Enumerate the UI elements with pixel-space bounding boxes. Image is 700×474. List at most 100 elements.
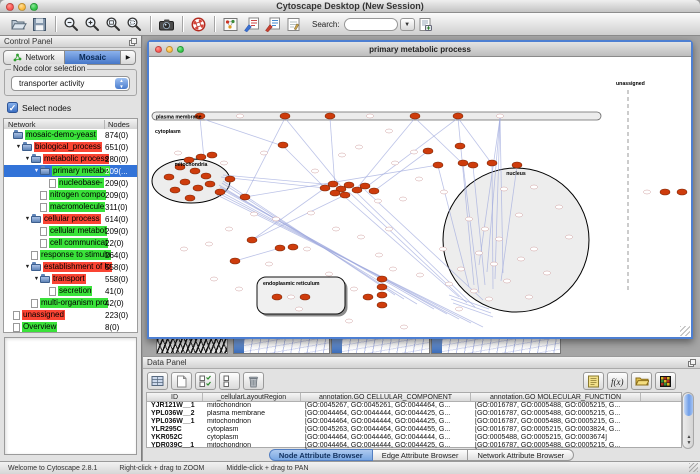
disclosure-triangle-icon[interactable]: ▼ bbox=[24, 156, 31, 162]
tab-mosaic[interactable]: Mosaic bbox=[65, 50, 121, 65]
node-color-dropdown[interactable]: transporter activity ▲▼ bbox=[11, 76, 130, 91]
network-node-small[interactable] bbox=[501, 187, 508, 191]
tree-row[interactable]: nucleobase-209(0) bbox=[4, 177, 137, 189]
function-builder-icon[interactable]: f(x) bbox=[607, 372, 628, 390]
search-config-icon[interactable] bbox=[415, 14, 436, 34]
save-session-icon[interactable] bbox=[29, 14, 50, 34]
minimize-window-button[interactable] bbox=[18, 3, 26, 11]
zoom-selected-icon[interactable] bbox=[124, 14, 145, 34]
network-node-small[interactable] bbox=[504, 279, 511, 283]
network-node-small[interactable] bbox=[401, 325, 408, 329]
network-node-small[interactable] bbox=[544, 271, 551, 275]
background-window[interactable] bbox=[331, 338, 430, 354]
table-row[interactable]: YPL036W__1mitochondrion[GO:0044464, GO:0… bbox=[147, 418, 681, 426]
network-node-small[interactable] bbox=[206, 242, 213, 246]
tree-row[interactable]: ▼transport558(0) bbox=[4, 273, 137, 285]
network-node[interactable] bbox=[205, 181, 215, 187]
network-node-small[interactable] bbox=[367, 114, 374, 118]
network-node-small[interactable] bbox=[386, 227, 393, 231]
network-node-small[interactable] bbox=[273, 217, 280, 221]
network-node-small[interactable] bbox=[237, 114, 244, 118]
network-node-small[interactable] bbox=[516, 213, 523, 217]
network-node-small[interactable] bbox=[304, 247, 311, 251]
zoom-view-button[interactable] bbox=[177, 46, 184, 53]
network-node-small[interactable] bbox=[308, 211, 315, 215]
tree-row[interactable]: cell communicat22(0) bbox=[4, 237, 137, 249]
scroll-down-icon[interactable]: ▼ bbox=[687, 441, 692, 446]
tree-row[interactable]: Overview8(0) bbox=[4, 321, 137, 333]
network-node[interactable] bbox=[275, 245, 285, 251]
disclosure-triangle-icon[interactable]: ▼ bbox=[33, 276, 40, 282]
network-node-small[interactable] bbox=[411, 150, 418, 154]
network-node[interactable] bbox=[280, 113, 290, 119]
tree-row[interactable]: secretion41(0) bbox=[4, 285, 137, 297]
tree-row[interactable]: macromolecule311(0) bbox=[4, 201, 137, 213]
network-node-small[interactable] bbox=[392, 161, 399, 165]
unselect-all-attributes-icon[interactable] bbox=[219, 372, 240, 390]
search-options-dropdown[interactable]: ▼ bbox=[400, 18, 415, 31]
export-network-icon[interactable] bbox=[262, 14, 283, 34]
network-node-small[interactable] bbox=[446, 282, 453, 286]
network-node[interactable] bbox=[164, 174, 174, 180]
network-node[interactable] bbox=[677, 189, 687, 195]
column-header[interactable]: _cellularLayoutRegion bbox=[203, 393, 301, 401]
network-edge[interactable] bbox=[285, 118, 345, 191]
network-overview-icon[interactable] bbox=[220, 14, 241, 34]
network-node[interactable] bbox=[196, 154, 206, 160]
network-node-small[interactable] bbox=[375, 199, 382, 203]
network-node-small[interactable] bbox=[351, 287, 358, 291]
network-node-small[interactable] bbox=[358, 235, 365, 239]
tree-row[interactable]: multi-organism pro42(0) bbox=[4, 297, 137, 309]
tree-row[interactable]: ▼primary metabo209(... bbox=[4, 165, 137, 177]
disclosure-triangle-icon[interactable]: ▼ bbox=[24, 216, 31, 222]
background-window-hairball[interactable] bbox=[156, 338, 228, 354]
network-edge[interactable] bbox=[458, 118, 492, 164]
tree-col-network[interactable]: Network bbox=[8, 120, 36, 129]
annotation-icon[interactable] bbox=[283, 14, 304, 34]
network-edge[interactable] bbox=[200, 118, 204, 159]
tree-row[interactable]: ▼metabolic process280(0) bbox=[4, 153, 137, 165]
network-node[interactable] bbox=[344, 182, 354, 188]
network-node-small[interactable] bbox=[466, 217, 473, 221]
column-header[interactable]: annotation.GO CELLULAR_COMPONENT bbox=[301, 393, 471, 401]
network-node-small[interactable] bbox=[566, 235, 573, 239]
birds-eye-view[interactable] bbox=[4, 337, 137, 455]
zoom-window-button[interactable] bbox=[30, 3, 38, 11]
network-node-small[interactable] bbox=[458, 267, 465, 271]
float-panel-icon[interactable] bbox=[688, 359, 696, 367]
help-lifebuoy-icon[interactable] bbox=[188, 14, 209, 34]
network-node-small[interactable] bbox=[221, 161, 228, 165]
tree-row[interactable]: ▼biological_process651(0) bbox=[4, 141, 137, 153]
network-node[interactable] bbox=[288, 244, 298, 250]
network-node-small[interactable] bbox=[417, 273, 424, 277]
tree-row[interactable]: cellular metabol209(0) bbox=[4, 225, 137, 237]
network-node-small[interactable] bbox=[482, 227, 489, 231]
network-node-small[interactable] bbox=[497, 114, 504, 118]
disclosure-triangle-icon[interactable]: ▼ bbox=[15, 144, 22, 150]
network-node[interactable] bbox=[410, 113, 420, 119]
network-node[interactable] bbox=[363, 294, 373, 300]
network-node-small[interactable] bbox=[226, 227, 233, 231]
network-edge[interactable] bbox=[330, 118, 335, 187]
zoom-fit-icon[interactable] bbox=[103, 14, 124, 34]
network-node[interactable] bbox=[468, 162, 478, 168]
network-node-small[interactable] bbox=[261, 151, 268, 155]
close-window-button[interactable] bbox=[6, 3, 14, 11]
network-node[interactable] bbox=[377, 302, 387, 308]
network-node[interactable] bbox=[455, 143, 465, 149]
network-node-small[interactable] bbox=[531, 247, 538, 251]
network-node[interactable] bbox=[170, 187, 180, 193]
network-node-small[interactable] bbox=[236, 287, 243, 291]
column-header[interactable]: annotation.GO MOLECULAR_FUNCTION bbox=[471, 393, 641, 401]
import-network-icon[interactable] bbox=[241, 14, 262, 34]
network-window-titlebar[interactable]: primary metabolic process bbox=[149, 42, 691, 57]
network-node-small[interactable] bbox=[175, 151, 182, 155]
network-node-small[interactable] bbox=[491, 262, 498, 266]
network-node-small[interactable] bbox=[526, 295, 533, 299]
table-row[interactable]: YLR295Ccytoplasm[GO:0045263, GO:0044464,… bbox=[147, 426, 681, 434]
network-node[interactable] bbox=[377, 276, 387, 282]
network-node-small[interactable] bbox=[356, 145, 363, 149]
background-window[interactable] bbox=[233, 338, 330, 354]
network-node[interactable] bbox=[512, 162, 522, 168]
tree-row[interactable]: ▼establishment of lo558(0) bbox=[4, 261, 137, 273]
